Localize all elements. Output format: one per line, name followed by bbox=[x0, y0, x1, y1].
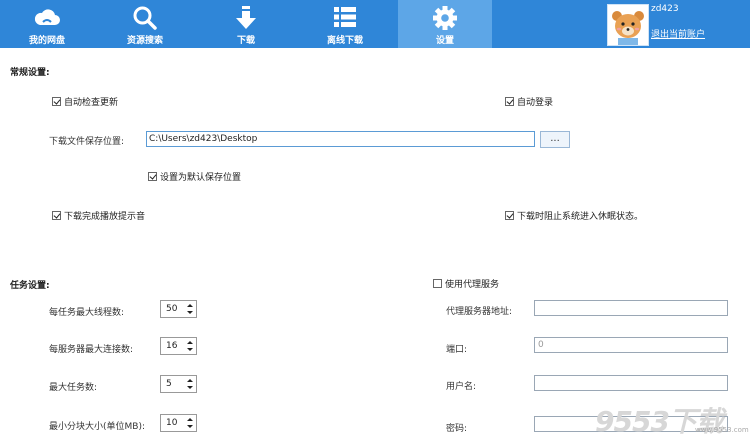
browse-button[interactable]: ... bbox=[540, 131, 570, 148]
max-threads-value: 50 bbox=[166, 304, 178, 314]
auto-login-label: 自动登录 bbox=[517, 98, 554, 108]
max-threads-stepper[interactable]: 50 bbox=[160, 300, 197, 318]
decrement-arrow-icon[interactable] bbox=[187, 348, 193, 351]
general-settings-title: 常规设置: bbox=[10, 68, 50, 78]
use-proxy-option[interactable]: 使用代理服务 bbox=[433, 277, 499, 290]
max-connections-stepper[interactable]: 16 bbox=[160, 337, 197, 355]
username: zd423 bbox=[651, 4, 679, 14]
save-path-label: 下载文件保存位置: bbox=[49, 137, 125, 147]
proxy-server-input[interactable] bbox=[534, 300, 728, 316]
bear-avatar-icon bbox=[612, 11, 644, 45]
download-arrow-icon bbox=[236, 6, 256, 29]
nav-my-netdisk[interactable]: 我的网盘 bbox=[0, 0, 94, 48]
search-icon bbox=[133, 6, 157, 30]
decrement-arrow-icon[interactable] bbox=[187, 386, 193, 389]
max-tasks-value: 5 bbox=[166, 379, 172, 389]
play-sound-label: 下载完成播放提示音 bbox=[64, 212, 146, 222]
site-watermark: 9553下载 www.9553.com bbox=[595, 400, 749, 438]
auto-login-option[interactable]: 自动登录 bbox=[505, 95, 553, 108]
proxy-username-input[interactable] bbox=[534, 375, 728, 391]
min-chunk-stepper[interactable]: 10 bbox=[160, 414, 197, 432]
cloud-icon bbox=[34, 9, 60, 25]
task-settings-title: 任务设置: bbox=[10, 281, 50, 291]
max-connections-label: 每服务器最大连接数: bbox=[49, 345, 134, 355]
list-icon bbox=[334, 7, 356, 27]
nav-label: 设置 bbox=[435, 36, 454, 46]
avatar[interactable] bbox=[607, 4, 649, 46]
increment-arrow-icon[interactable] bbox=[187, 341, 193, 344]
nav-settings[interactable]: 设置 bbox=[398, 0, 492, 48]
auto-update-label: 自动检查更新 bbox=[64, 98, 119, 108]
max-threads-label: 每任务最大线程数: bbox=[49, 308, 125, 318]
auto-update-checkbox[interactable] bbox=[52, 97, 61, 106]
auto-update-option[interactable]: 自动检查更新 bbox=[52, 95, 118, 108]
nav-resource-search[interactable]: 资源搜索 bbox=[98, 0, 192, 48]
use-proxy-checkbox[interactable] bbox=[433, 279, 442, 288]
nav-label: 我的网盘 bbox=[28, 36, 65, 46]
play-sound-checkbox[interactable] bbox=[52, 211, 61, 220]
auto-login-checkbox[interactable] bbox=[505, 97, 514, 106]
nav-label: 下载 bbox=[236, 36, 255, 46]
top-navigation-bar: 我的网盘 资源搜索 下载 离线下载 设置 zd423 退出当前账户 bbox=[0, 0, 750, 48]
nav-label: 离线下载 bbox=[326, 36, 363, 46]
nav-download[interactable]: 下载 bbox=[199, 0, 293, 48]
set-default-checkbox[interactable] bbox=[148, 172, 157, 181]
increment-arrow-icon[interactable] bbox=[187, 304, 193, 307]
decrement-arrow-icon[interactable] bbox=[187, 425, 193, 428]
prevent-sleep-option[interactable]: 下载时阻止系统进入休眠状态。 bbox=[505, 209, 643, 222]
min-chunk-label: 最小分块大小(单位MB): bbox=[49, 422, 145, 432]
play-sound-option[interactable]: 下载完成播放提示音 bbox=[52, 209, 145, 222]
max-connections-value: 16 bbox=[166, 341, 178, 351]
port-label: 端口: bbox=[446, 345, 468, 355]
increment-arrow-icon[interactable] bbox=[187, 379, 193, 382]
password-label: 密码: bbox=[446, 424, 468, 434]
prevent-sleep-checkbox[interactable] bbox=[505, 211, 514, 220]
proxy-server-label: 代理服务器地址: bbox=[446, 307, 513, 317]
use-proxy-label: 使用代理服务 bbox=[445, 280, 500, 290]
max-tasks-stepper[interactable]: 5 bbox=[160, 375, 197, 393]
min-chunk-value: 10 bbox=[166, 418, 178, 428]
decrement-arrow-icon[interactable] bbox=[187, 311, 193, 314]
username-label: 用户名: bbox=[446, 382, 477, 392]
gear-icon bbox=[433, 6, 457, 30]
max-tasks-label: 最大任务数: bbox=[49, 383, 98, 393]
watermark-site: www.9553.com bbox=[695, 426, 749, 434]
set-default-option[interactable]: 设置为默认保存位置 bbox=[148, 170, 241, 183]
prevent-sleep-label: 下载时阻止系统进入休眠状态。 bbox=[517, 212, 644, 222]
increment-arrow-icon[interactable] bbox=[187, 418, 193, 421]
set-default-label: 设置为默认保存位置 bbox=[160, 173, 242, 183]
watermark-text: 9553下载 bbox=[595, 405, 724, 438]
nav-offline-download[interactable]: 离线下载 bbox=[298, 0, 392, 48]
save-path-input[interactable] bbox=[146, 131, 535, 147]
logout-link[interactable]: 退出当前账户 bbox=[651, 27, 705, 40]
nav-label: 资源搜索 bbox=[126, 36, 163, 46]
user-panel: zd423 退出当前账户 bbox=[607, 2, 750, 46]
port-input[interactable] bbox=[534, 337, 728, 353]
